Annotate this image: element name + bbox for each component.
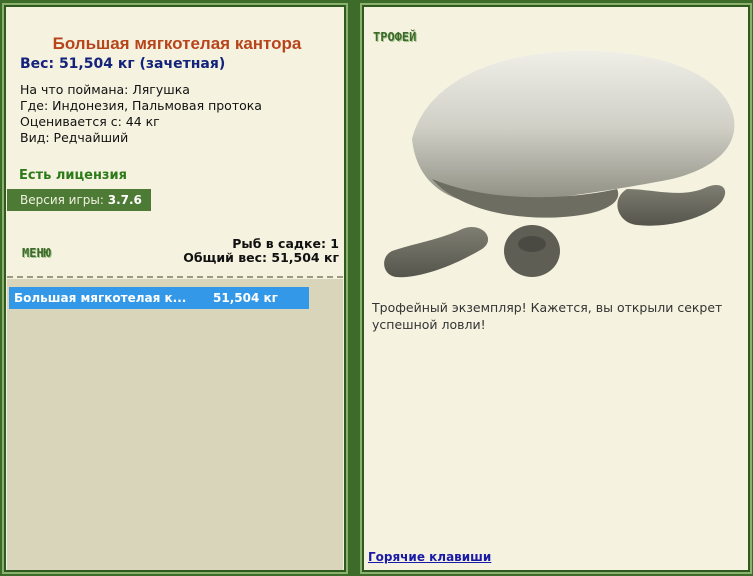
trophy-message: Трофейный экземпляр! Кажется, вы открыли…	[372, 300, 723, 332]
fish-weight: Вес: 51,504 кг (зачетная)	[20, 56, 226, 72]
rarity-info: Вид: Редчайший	[20, 130, 129, 145]
keepnet-row-weight: 51,504 кг	[213, 291, 278, 305]
license-status: Есть лицензия	[19, 168, 127, 183]
turtle-snout	[518, 236, 546, 252]
keepnet-count: Рыб в садке: 1	[232, 236, 339, 251]
location-info: Где: Индонезия, Пальмовая протока	[20, 98, 262, 113]
version-label: Версия игры:	[20, 193, 104, 207]
turtle-right-flipper	[617, 184, 726, 226]
keepnet-list: Большая мягкотелая к... 51,504 кг	[7, 279, 343, 570]
turtle-shell	[412, 50, 735, 205]
turtle-left-flipper	[384, 227, 489, 278]
keepnet-row[interactable]: Большая мягкотелая к... 51,504 кг	[9, 287, 309, 309]
menu-button[interactable]: МЕНЮ	[22, 246, 51, 260]
version-bar: Версия игры: 3.7.6	[7, 189, 151, 211]
separator	[7, 276, 343, 278]
bait-info: На что поймана: Лягушка	[20, 82, 190, 97]
valued-from-info: Оценивается с: 44 кг	[20, 114, 160, 129]
version-value: 3.7.6	[107, 193, 142, 207]
keepnet-total-weight: Общий вес: 51,504 кг	[183, 250, 339, 265]
fish-title: Большая мягкотелая кантора	[52, 34, 302, 53]
fish-info-panel: Большая мягкотелая кантора Вес: 51,504 к…	[2, 3, 348, 574]
softshell-turtle-image	[384, 50, 735, 278]
trophy-panel: ТРОФЕЙ Трофейный экземпляр! Кажется, вы …	[360, 3, 752, 574]
hotkeys-link[interactable]: Горячие клавиши	[368, 550, 491, 564]
keepnet-row-name: Большая мягкотелая к...	[14, 291, 187, 305]
